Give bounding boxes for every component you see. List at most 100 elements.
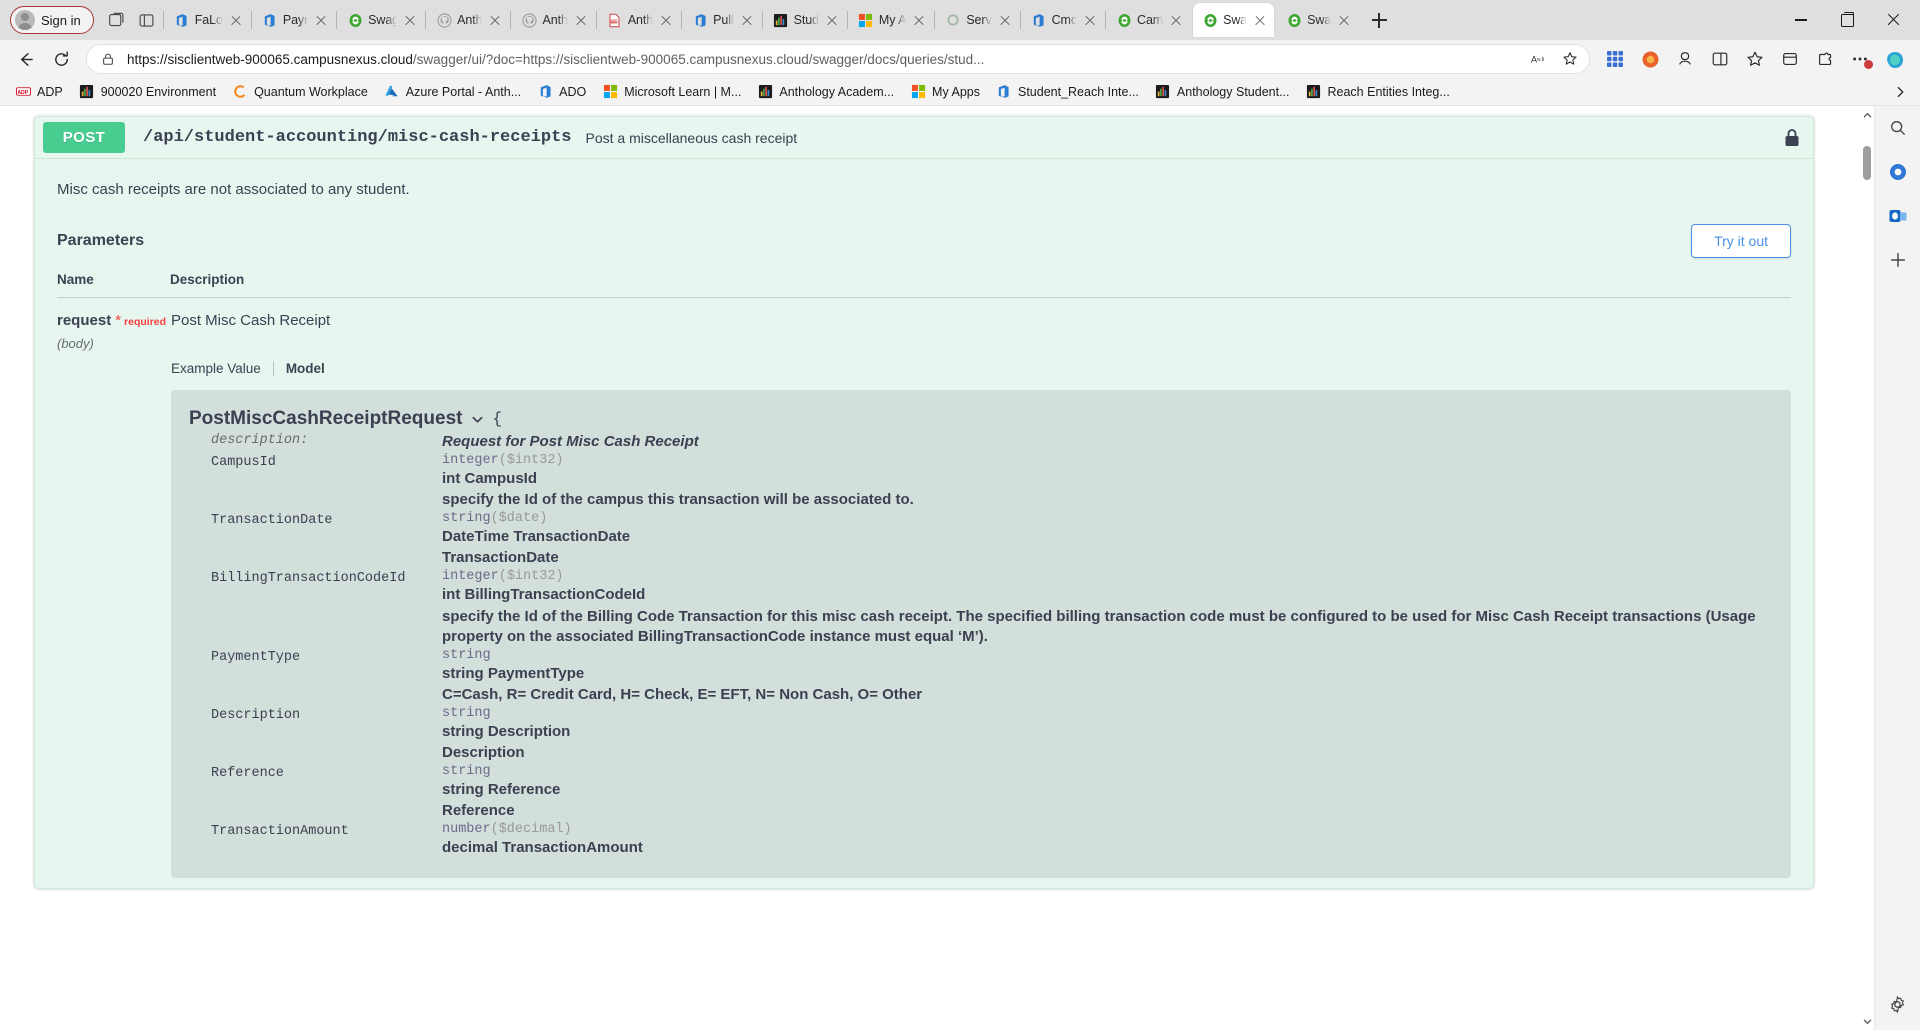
tab-model[interactable]: Model (274, 361, 338, 376)
sign-in-button[interactable]: Sign in (10, 6, 94, 34)
close-window-button[interactable] (1870, 0, 1916, 40)
refresh-icon[interactable] (44, 44, 78, 74)
bookmark-item[interactable]: Reach Entities Integ... (1299, 81, 1457, 103)
close-icon[interactable] (402, 12, 418, 28)
model-title-row[interactable]: PostMiscCashReceiptRequest { (181, 408, 1771, 430)
close-icon[interactable] (1336, 12, 1352, 28)
bookmark-item[interactable]: Quantum Workplace (225, 81, 375, 103)
sidebar-search-icon[interactable] (1882, 112, 1914, 144)
read-aloud-icon[interactable]: Aᴺ (1529, 48, 1551, 70)
close-icon[interactable] (313, 12, 329, 28)
browser-tab[interactable]: Payr (253, 3, 335, 37)
tab-title: Swag (368, 13, 398, 27)
tab-separator (510, 11, 512, 29)
browser-tab[interactable]: Anth (427, 3, 509, 37)
tab-example-value[interactable]: Example Value (171, 361, 274, 376)
tab-search-icon[interactable] (102, 5, 132, 35)
close-icon[interactable] (487, 12, 503, 28)
copilot-sidebar-icon[interactable] (1878, 44, 1912, 74)
tab-separator (934, 11, 936, 29)
chart-icon (773, 12, 789, 28)
github-icon (521, 12, 537, 28)
sidebar-outlook-icon[interactable] (1882, 200, 1914, 232)
bookmark-label: My Apps (932, 84, 980, 99)
close-icon[interactable] (739, 12, 755, 28)
tab-title: Serv (966, 13, 992, 27)
try-it-out-button[interactable]: Try it out (1691, 224, 1791, 258)
scrollbar-thumb[interactable] (1863, 146, 1871, 180)
close-icon[interactable] (911, 12, 927, 28)
lock-icon[interactable] (1781, 127, 1803, 149)
scroll-up-arrow[interactable] (1861, 108, 1873, 122)
parameters-header: Parameters Try it out (35, 216, 1813, 272)
close-icon[interactable] (997, 12, 1013, 28)
browser-tab[interactable]: FaLo (165, 3, 250, 37)
bookmark-item[interactable]: My Apps (903, 81, 987, 103)
app-grid-icon[interactable] (1598, 44, 1632, 74)
vertical-tabs-icon[interactable] (132, 5, 162, 35)
svg-text:PDF: PDF (612, 19, 618, 23)
browser-tab[interactable]: Swag (338, 3, 424, 37)
maximize-button[interactable] (1824, 0, 1870, 40)
close-icon[interactable] (658, 12, 674, 28)
bookmark-item[interactable]: 900020 Environment (72, 81, 223, 103)
close-icon[interactable] (1252, 12, 1268, 28)
sidebar-add-icon[interactable] (1882, 244, 1914, 276)
copilot-icon[interactable] (1633, 44, 1667, 74)
bookmarks-overflow-icon[interactable] (1890, 85, 1912, 99)
bookmark-item[interactable]: ADO (530, 81, 593, 103)
browser-tab-active[interactable]: Swa (1193, 3, 1275, 37)
bookmark-item[interactable]: Anthology Student... (1148, 81, 1297, 103)
tab-separator (1019, 11, 1021, 29)
close-icon[interactable] (573, 12, 589, 28)
close-icon[interactable] (1168, 12, 1184, 28)
browser-tab[interactable]: Cmc (1022, 3, 1104, 37)
browser-essentials-icon[interactable] (1668, 44, 1702, 74)
browser-tab[interactable]: Swa (1277, 3, 1358, 37)
browser-tab[interactable]: PDF Anth (598, 3, 680, 37)
browser-tab[interactable]: Cam (1107, 3, 1190, 37)
type-name: string (442, 511, 491, 527)
favorite-star-icon[interactable] (1559, 48, 1581, 70)
bookmark-item[interactable]: Anthology Academ... (750, 81, 901, 103)
browser-tab[interactable]: Serv (936, 3, 1018, 37)
bookmark-item[interactable]: Student_Reach Inte... (989, 81, 1146, 103)
sidebar-copilot-icon[interactable] (1882, 156, 1914, 188)
quantum-icon (232, 84, 248, 100)
operation-summary[interactable]: POST /api/student-accounting/misc-cash-r… (35, 117, 1813, 159)
browser-tab[interactable]: Anth (512, 3, 594, 37)
bookmark-item[interactable]: Microsoft Learn | M... (595, 81, 748, 103)
model-property-description: decimal TransactionAmount (442, 839, 643, 857)
close-icon[interactable] (824, 12, 840, 28)
chart-icon (1306, 84, 1322, 100)
back-icon[interactable] (8, 44, 42, 74)
close-icon[interactable] (1082, 12, 1098, 28)
tab-strip: Sign in FaLo Payr Swag Anth Anth PDF Anth Pull S… (0, 0, 1920, 40)
type-format: ($date) (490, 511, 548, 527)
browser-tab[interactable]: Stud (764, 3, 846, 37)
parameter-name-cell: request * required (body) (57, 312, 170, 878)
minimize-button[interactable] (1778, 0, 1824, 40)
sidebar-settings-icon[interactable] (1882, 988, 1914, 1020)
browser-tab[interactable]: My A (849, 3, 933, 37)
tab-separator (425, 11, 427, 29)
address-bar[interactable]: https://sisclientweb-900065.campusnexus.… (86, 44, 1590, 74)
tab-title: Swa (1307, 13, 1332, 27)
scroll-down-arrow[interactable] (1861, 1014, 1873, 1028)
split-screen-icon[interactable] (1703, 44, 1737, 74)
browser-tab[interactable]: Pull (683, 3, 760, 37)
new-tab-button[interactable] (1364, 5, 1394, 35)
parameter-description-cell: Post Misc Cash Receipt Example Value Mod… (170, 312, 1791, 879)
extensions-icon[interactable] (1808, 44, 1842, 74)
page-scrollbar[interactable] (1860, 106, 1874, 1030)
type-name: integer (442, 569, 499, 585)
bookmark-item[interactable]: Azure Portal - Anth... (377, 81, 528, 103)
collections-icon[interactable] (1773, 44, 1807, 74)
svg-text:ADP: ADP (17, 90, 28, 96)
favorites-icon[interactable] (1738, 44, 1772, 74)
bookmark-item[interactable]: ADP ADP (8, 81, 70, 103)
close-icon[interactable] (228, 12, 244, 28)
settings-more-icon[interactable] (1843, 44, 1877, 74)
model-property-description: C=Cash, R= Credit Card, H= Check, E= EFT… (442, 685, 923, 703)
chevron-down-icon[interactable] (470, 412, 484, 426)
